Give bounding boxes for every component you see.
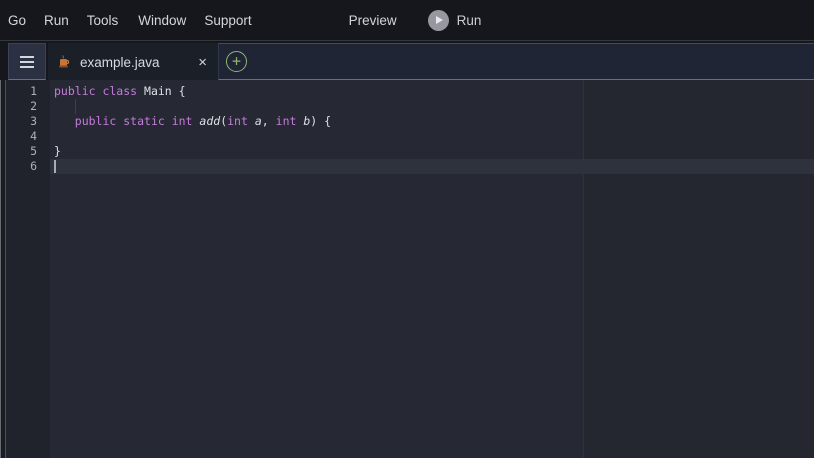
tab-bar-empty-area: +	[218, 43, 814, 80]
editor-pane: 123456 public class Main { public static…	[0, 80, 814, 458]
code-line: }	[54, 144, 814, 159]
new-tab-button[interactable]: +	[226, 51, 247, 72]
line-number: 5	[6, 144, 50, 159]
menu-item-support[interactable]: Support	[204, 13, 251, 28]
tab-label: example.java	[80, 55, 160, 70]
hamburger-menu-button[interactable]	[8, 43, 46, 80]
line-number: 2	[6, 99, 50, 114]
menu-item-run[interactable]: Run	[44, 13, 69, 28]
java-file-icon	[58, 55, 71, 69]
line-number: 3	[6, 114, 50, 129]
run-button-label: Run	[457, 13, 482, 28]
play-triangle-icon	[436, 16, 443, 24]
preview-button[interactable]: Preview	[349, 13, 397, 28]
code-line: public static int add(int a, int b) {	[54, 114, 814, 129]
run-play-icon[interactable]	[428, 10, 449, 31]
ide-window: Go Run Tools Window Support Preview Run …	[0, 0, 814, 458]
code-editor-text[interactable]: public class Main { public static int ad…	[50, 80, 814, 458]
tab-example-java[interactable]: example.java ×	[48, 43, 218, 81]
code-line: public class Main {	[54, 84, 814, 99]
code-line	[54, 99, 814, 114]
text-cursor	[54, 160, 56, 173]
hamburger-icon	[20, 56, 34, 68]
menu-item-tools[interactable]: Tools	[87, 13, 119, 28]
code-line	[54, 129, 814, 144]
line-number-gutter: 123456	[6, 80, 50, 458]
tab-bar: example.java × +	[0, 40, 814, 80]
menu-bar: Go Run Tools Window Support Preview Run	[0, 0, 814, 40]
menu-item-window[interactable]: Window	[138, 13, 186, 28]
line-number: 6	[6, 159, 50, 174]
code-line	[54, 159, 814, 174]
line-number: 1	[6, 84, 50, 99]
tab-close-icon[interactable]: ×	[198, 55, 207, 70]
run-button[interactable]: Run	[428, 10, 482, 31]
menu-item-go[interactable]: Go	[8, 13, 26, 28]
line-number: 4	[6, 129, 50, 144]
